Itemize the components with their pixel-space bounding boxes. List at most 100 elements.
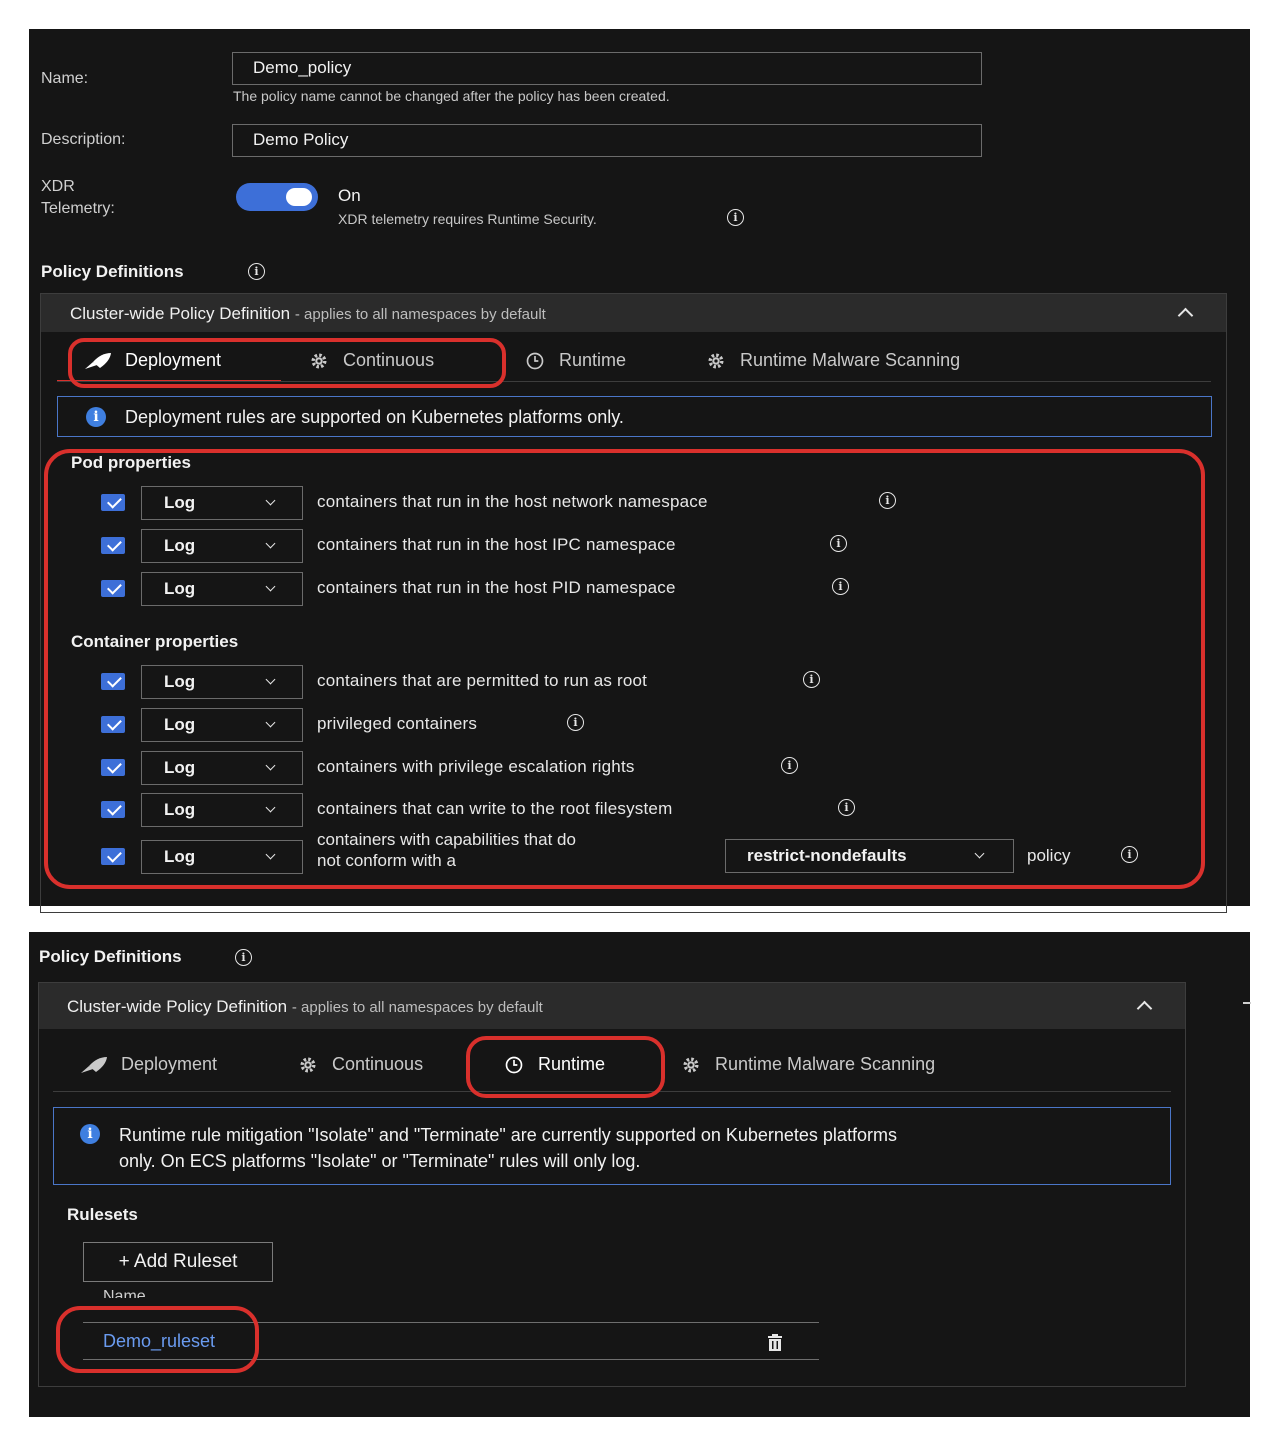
clock-icon bbox=[526, 352, 544, 369]
chevron-down-icon bbox=[265, 538, 276, 549]
rule-row: Log containers that can write to the roo… bbox=[101, 793, 1251, 827]
rule-text: containers that run in the host IPC name… bbox=[317, 535, 676, 554]
rulesets-title: Rulesets bbox=[67, 1205, 138, 1224]
info-icon[interactable]: i bbox=[567, 714, 584, 731]
capabilities-policy-select[interactable]: restrict-nondefaults bbox=[725, 839, 1014, 873]
xdr-toggle-state: On bbox=[338, 186, 361, 205]
chevron-down-icon bbox=[265, 674, 276, 685]
rule-text: containers that can write to the root fi… bbox=[317, 799, 673, 818]
card-title: Cluster-wide Policy Definition - applies… bbox=[70, 304, 546, 323]
runtime-panel: Policy Definitions i Cluster-wide Policy… bbox=[29, 932, 1251, 1417]
chevron-up-icon[interactable] bbox=[1136, 1000, 1153, 1017]
action-select[interactable]: Log bbox=[141, 751, 303, 785]
policy-suffix: policy bbox=[1027, 846, 1071, 865]
action-select[interactable]: Log bbox=[141, 840, 303, 874]
callout-text: Deployment rules are supported on Kubern… bbox=[125, 407, 624, 427]
card-title: Cluster-wide Policy Definition - applies… bbox=[67, 997, 543, 1016]
tab-runtime-malware-scanning[interactable]: Runtime Malware Scanning bbox=[679, 1054, 935, 1075]
edge-mark bbox=[1243, 1002, 1251, 1004]
checkbox-checked-icon[interactable] bbox=[101, 580, 125, 597]
rocket-icon bbox=[81, 1056, 107, 1073]
add-ruleset-button[interactable]: + Add Ruleset bbox=[83, 1242, 273, 1282]
xdr-telemetry-label: XDR Telemetry: bbox=[41, 178, 115, 217]
container-properties-title: Container properties bbox=[71, 632, 239, 651]
action-select[interactable]: Log bbox=[141, 665, 303, 699]
info-icon[interactable]: i bbox=[248, 263, 265, 280]
cluster-policy-card: Cluster-wide Policy Definition - applies… bbox=[38, 982, 1186, 1387]
callout-text: Runtime rule mitigation "Isolate" and "T… bbox=[119, 1125, 897, 1171]
action-select[interactable]: Log bbox=[141, 529, 303, 563]
card-header[interactable]: Cluster-wide Policy Definition - applies… bbox=[41, 294, 1226, 332]
tab-runtime-malware-scanning[interactable]: Runtime Malware Scanning bbox=[704, 350, 960, 371]
policy-definitions-title: Policy Definitions bbox=[39, 947, 182, 966]
rule-text: containers with capabilities that do not… bbox=[317, 830, 576, 870]
chevron-down-icon bbox=[265, 581, 276, 592]
checkbox-checked-icon[interactable] bbox=[101, 848, 125, 865]
tab-continuous[interactable]: Continuous bbox=[307, 350, 434, 371]
gear-icon bbox=[708, 353, 724, 368]
chevron-down-icon bbox=[265, 717, 276, 728]
chevron-down-icon bbox=[265, 849, 276, 860]
xdr-hint: XDR telemetry requires Runtime Security. bbox=[338, 211, 597, 227]
info-icon[interactable]: i bbox=[832, 578, 849, 595]
rule-text: containers that run in the host network … bbox=[317, 492, 708, 511]
rule-row: Log containers that are permitted to run… bbox=[101, 665, 1251, 699]
action-select[interactable]: Log bbox=[141, 708, 303, 742]
action-select[interactable]: Log bbox=[141, 572, 303, 606]
rocket-icon bbox=[85, 352, 111, 369]
deployment-callout: i Deployment rules are supported on Kube… bbox=[57, 396, 1212, 437]
info-icon[interactable]: i bbox=[830, 535, 847, 552]
ruleset-link[interactable]: Demo_ruleset bbox=[103, 1331, 215, 1352]
gear-icon bbox=[311, 353, 327, 368]
rule-row: Log containers that run in the host PID … bbox=[101, 572, 1251, 606]
chevron-down-icon bbox=[265, 760, 276, 771]
policy-name-input[interactable]: Demo_policy bbox=[232, 52, 982, 85]
chevron-down-icon bbox=[265, 802, 276, 813]
checkbox-checked-icon[interactable] bbox=[101, 716, 125, 733]
action-select[interactable]: Log bbox=[141, 486, 303, 520]
info-icon[interactable]: i bbox=[781, 757, 798, 774]
checkbox-checked-icon[interactable] bbox=[101, 673, 125, 690]
policy-form-panel: Name: Demo_policy The policy name cannot… bbox=[29, 29, 1251, 913]
runtime-callout: i Runtime rule mitigation "Isolate" and … bbox=[53, 1107, 1171, 1185]
info-icon[interactable]: i bbox=[727, 209, 744, 226]
gear-icon bbox=[683, 1057, 699, 1072]
xdr-telemetry-toggle[interactable] bbox=[236, 183, 318, 211]
tab-runtime[interactable]: Runtime bbox=[523, 350, 626, 371]
info-icon[interactable]: i bbox=[235, 949, 252, 966]
rule-row: Log containers that run in the host netw… bbox=[101, 486, 1251, 520]
chevron-up-icon[interactable] bbox=[1177, 307, 1194, 324]
tab-runtime[interactable]: Runtime bbox=[502, 1054, 605, 1075]
checkbox-checked-icon[interactable] bbox=[101, 801, 125, 818]
tab-deployment[interactable]: Deployment bbox=[79, 1054, 217, 1075]
rule-text: containers that are permitted to run as … bbox=[317, 671, 648, 690]
pod-properties-title: Pod properties bbox=[71, 453, 191, 472]
info-icon[interactable]: i bbox=[1121, 846, 1138, 863]
rule-row: Log containers with privilege escalation… bbox=[101, 751, 1251, 785]
policy-definitions-title: Policy Definitions bbox=[41, 262, 184, 281]
action-select[interactable]: Log bbox=[141, 793, 303, 827]
info-icon[interactable]: i bbox=[879, 492, 896, 509]
gear-icon bbox=[300, 1057, 316, 1072]
info-icon: i bbox=[80, 1124, 100, 1144]
name-column-header: Name bbox=[103, 1288, 146, 1298]
info-icon[interactable]: i bbox=[803, 671, 820, 688]
name-label: Name: bbox=[41, 70, 89, 87]
checkbox-checked-icon[interactable] bbox=[101, 537, 125, 554]
description-input[interactable]: Demo Policy bbox=[232, 124, 982, 157]
info-icon[interactable]: i bbox=[838, 799, 855, 816]
chevron-down-icon bbox=[265, 495, 276, 506]
name-hint: The policy name cannot be changed after … bbox=[233, 88, 670, 104]
card-header[interactable]: Cluster-wide Policy Definition - applies… bbox=[39, 983, 1185, 1029]
trash-icon[interactable] bbox=[767, 1334, 783, 1352]
rule-text: containers with privilege escalation rig… bbox=[317, 757, 635, 776]
checkbox-checked-icon[interactable] bbox=[101, 759, 125, 776]
checkbox-checked-icon[interactable] bbox=[101, 494, 125, 511]
rule-text: containers that run in the host PID name… bbox=[317, 578, 676, 597]
tab-deployment[interactable]: Deployment bbox=[83, 350, 221, 371]
rule-row: Log privileged containers i bbox=[101, 708, 1251, 742]
tab-continuous[interactable]: Continuous bbox=[296, 1054, 423, 1075]
container-rules-list: Log containers that are permitted to run… bbox=[101, 665, 1221, 905]
info-icon: i bbox=[86, 407, 106, 427]
rule-text: privileged containers bbox=[317, 714, 478, 733]
